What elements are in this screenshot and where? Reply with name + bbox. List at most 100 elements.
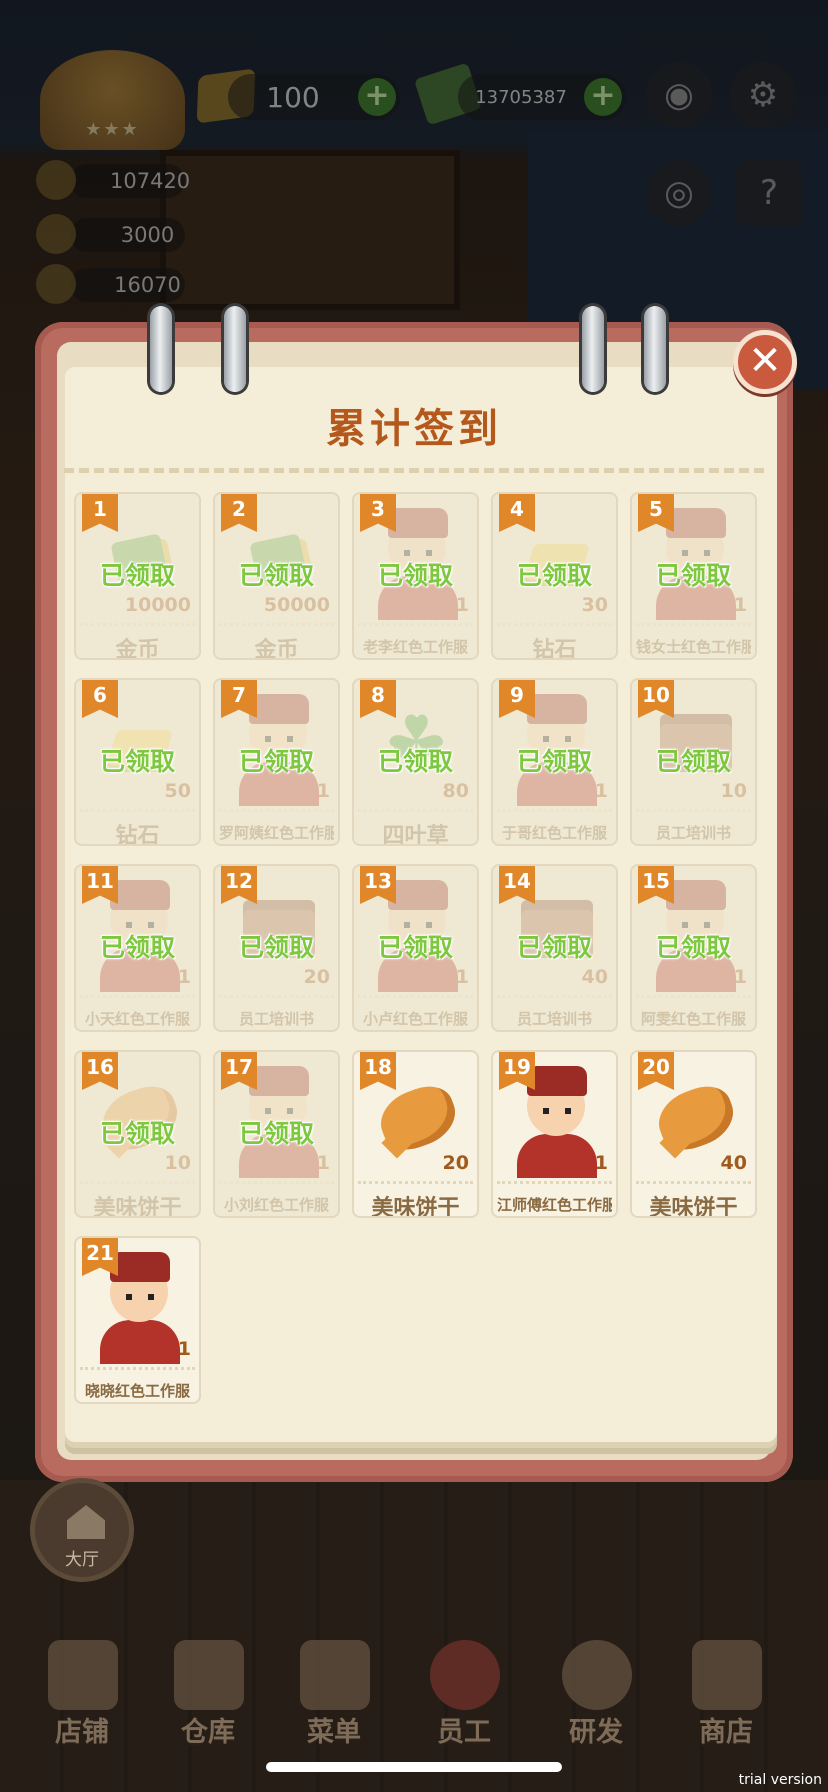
reward-cell-day-5[interactable]: 5 1 钱女士红色工作服 已领取 xyxy=(630,492,757,660)
reward-quantity: 1 xyxy=(455,594,469,616)
reward-quantity: 30 xyxy=(581,594,608,616)
reward-name: 小刘红色工作服 xyxy=(219,1181,334,1215)
reward-quantity: 40 xyxy=(720,1152,747,1174)
tab-staff[interactable]: 员工 xyxy=(404,1640,524,1750)
shop-icon xyxy=(48,1640,118,1710)
reward-quantity: 1 xyxy=(177,966,191,988)
reward-quantity: 1 xyxy=(733,594,747,616)
tab-menu[interactable]: 菜单 xyxy=(274,1640,394,1750)
claimed-label: 已领取 xyxy=(377,747,453,776)
reward-cell-day-6[interactable]: 6 50 钻石 已领取 xyxy=(74,678,201,846)
reward-name: 美味饼干 xyxy=(358,1181,473,1216)
reward-name: 小天红色工作服 xyxy=(80,995,195,1029)
reward-name: 四叶草 xyxy=(358,809,473,844)
tab-research[interactable]: 研发 xyxy=(536,1640,656,1750)
claimed-label: 已领取 xyxy=(377,561,453,590)
tab-label: 仓库 xyxy=(181,1717,235,1748)
reward-cell-day-13[interactable]: 13 1 小卢红色工作服 已领取 xyxy=(352,864,479,1032)
reward-quantity: 50 xyxy=(164,780,191,802)
reward-quantity: 1 xyxy=(594,1152,608,1174)
binder-ring xyxy=(218,306,252,400)
store-icon xyxy=(692,1640,762,1710)
reward-cell-day-15[interactable]: 15 1 阿雯红色工作服 已领取 xyxy=(630,864,757,1032)
reward-name: 金币 xyxy=(219,623,334,658)
claimed-label: 已领取 xyxy=(238,1119,314,1148)
reward-quantity: 20 xyxy=(442,1152,469,1174)
reward-cell-day-19[interactable]: 19 1 江师傅红色工作服 xyxy=(491,1050,618,1218)
binder-ring xyxy=(576,306,610,400)
tab-label: 商店 xyxy=(699,1717,753,1748)
reward-quantity: 10000 xyxy=(124,594,191,616)
tab-label: 员工 xyxy=(437,1717,491,1748)
reward-name: 江师傅红色工作服 xyxy=(497,1181,612,1215)
reward-name: 于哥红色工作服 xyxy=(497,809,612,843)
reward-name: 罗阿姨红色工作服 xyxy=(219,809,334,843)
reward-name: 金币 xyxy=(80,623,195,658)
reward-name: 美味饼干 xyxy=(80,1181,195,1216)
reward-cell-day-8[interactable]: 880四叶草已领取 xyxy=(352,678,479,846)
warehouse-icon xyxy=(174,1640,244,1710)
reward-quantity: 20 xyxy=(303,966,330,988)
reward-cell-day-18[interactable]: 18 20 美味饼干 xyxy=(352,1050,479,1218)
reward-cell-day-3[interactable]: 3 1 老李红色工作服 已领取 xyxy=(352,492,479,660)
claimed-label: 已领取 xyxy=(238,561,314,590)
reward-quantity: 1 xyxy=(733,966,747,988)
house-icon xyxy=(67,1505,105,1539)
reward-name: 钻石 xyxy=(497,623,612,658)
claimed-label: 已领取 xyxy=(516,561,592,590)
tab-shop[interactable]: 店铺 xyxy=(22,1640,142,1750)
home-indicator[interactable] xyxy=(266,1762,562,1772)
claimed-label: 已领取 xyxy=(655,747,731,776)
reward-quantity: 10 xyxy=(164,1152,191,1174)
research-icon xyxy=(562,1640,632,1710)
reward-name: 员工培训书 xyxy=(636,809,751,843)
reward-name: 老李红色工作服 xyxy=(358,623,473,657)
reward-cell-day-21[interactable]: 21 1 晓晓红色工作服 xyxy=(74,1236,201,1404)
reward-name: 阿雯红色工作服 xyxy=(636,995,751,1029)
reward-cell-day-14[interactable]: 14 40 员工培训书 已领取 xyxy=(491,864,618,1032)
lobby-button[interactable]: 大厅 xyxy=(30,1478,134,1582)
reward-name: 钱女士红色工作服 xyxy=(636,623,751,657)
reward-name: 小卢红色工作服 xyxy=(358,995,473,1029)
title-divider xyxy=(64,468,764,473)
claimed-label: 已领取 xyxy=(377,933,453,962)
reward-cell-day-17[interactable]: 17 1 小刘红色工作服 已领取 xyxy=(213,1050,340,1218)
reward-cell-day-1[interactable]: 1 10000 金币 已领取 xyxy=(74,492,201,660)
tab-label: 店铺 xyxy=(55,1717,109,1748)
claimed-label: 已领取 xyxy=(99,747,175,776)
tab-warehouse[interactable]: 仓库 xyxy=(148,1640,268,1750)
reward-name: 钻石 xyxy=(80,809,195,844)
reward-quantity: 1 xyxy=(455,966,469,988)
popup-title: 累计签到 xyxy=(326,406,502,452)
reward-name: 员工培训书 xyxy=(497,995,612,1029)
claimed-label: 已领取 xyxy=(655,561,731,590)
reward-cell-day-12[interactable]: 12 20 员工培训书 已领取 xyxy=(213,864,340,1032)
close-button[interactable]: ✕ xyxy=(733,330,797,394)
reward-quantity: 40 xyxy=(581,966,608,988)
reward-cell-day-9[interactable]: 9 1 于哥红色工作服 已领取 xyxy=(491,678,618,846)
watermark: trial version xyxy=(738,1772,822,1788)
menu-icon xyxy=(300,1640,370,1710)
reward-cell-day-11[interactable]: 11 1 小天红色工作服 已领取 xyxy=(74,864,201,1032)
reward-quantity: 1 xyxy=(594,780,608,802)
reward-cell-day-16[interactable]: 16 10 美味饼干 已领取 xyxy=(74,1050,201,1218)
reward-name: 员工培训书 xyxy=(219,995,334,1029)
reward-quantity: 50000 xyxy=(263,594,330,616)
reward-quantity: 1 xyxy=(177,1338,191,1360)
reward-name: 晓晓红色工作服 xyxy=(80,1367,195,1401)
reward-cell-day-20[interactable]: 20 40 美味饼干 xyxy=(630,1050,757,1218)
reward-quantity: 80 xyxy=(442,780,469,802)
binder-ring xyxy=(638,306,672,400)
reward-cell-day-7[interactable]: 7 1 罗阿姨红色工作服 已领取 xyxy=(213,678,340,846)
claimed-label: 已领取 xyxy=(99,933,175,962)
claimed-label: 已领取 xyxy=(99,561,175,590)
reward-cell-day-4[interactable]: 4 30 钻石 已领取 xyxy=(491,492,618,660)
reward-cell-day-2[interactable]: 2 50000 金币 已领取 xyxy=(213,492,340,660)
tab-store[interactable]: 商店 xyxy=(666,1640,786,1750)
reward-quantity: 1 xyxy=(316,1152,330,1174)
tab-label: 研发 xyxy=(569,1717,623,1748)
staff-icon xyxy=(430,1640,500,1710)
claimed-label: 已领取 xyxy=(655,933,731,962)
reward-cell-day-10[interactable]: 10 10 员工培训书 已领取 xyxy=(630,678,757,846)
claimed-label: 已领取 xyxy=(516,933,592,962)
